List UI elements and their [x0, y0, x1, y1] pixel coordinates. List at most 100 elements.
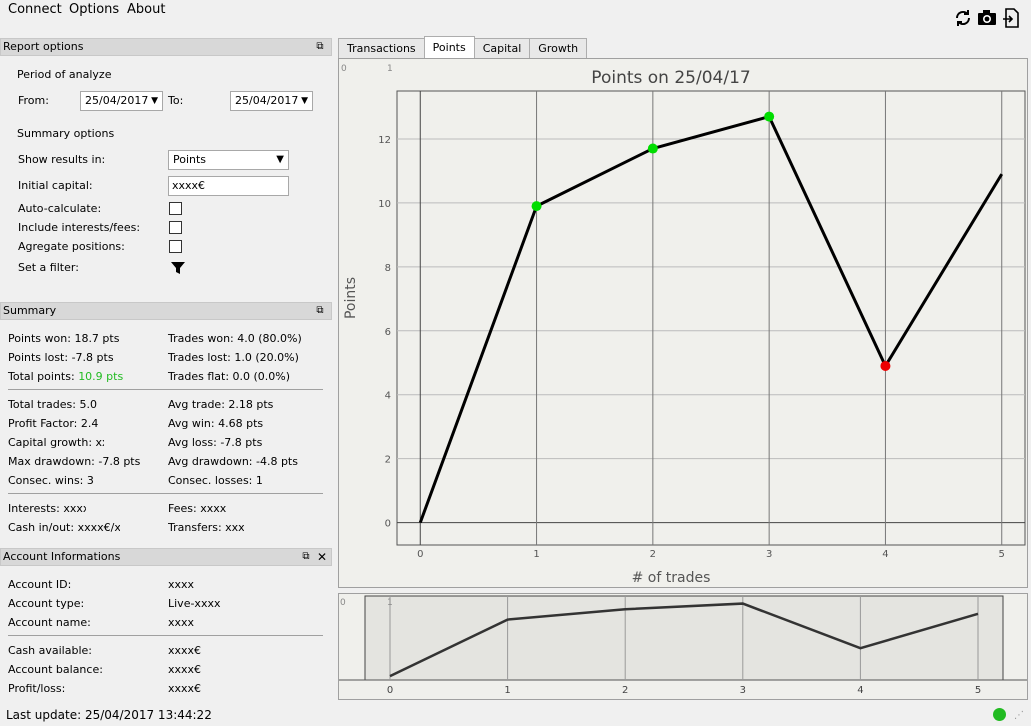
navigator-tick-label: 4	[857, 685, 863, 696]
to-label: To:	[168, 94, 184, 107]
divider	[8, 389, 323, 390]
account-title: Account Informations ⧉ ✕	[0, 548, 332, 566]
tab-transactions[interactable]: Transactions	[338, 38, 425, 58]
report-options-panel: Report options ⧉ Period of analyze From:…	[0, 38, 332, 300]
y-tick-label: 4	[385, 391, 391, 402]
close-icon[interactable]: ✕	[315, 550, 329, 564]
tab-points[interactable]: Points	[423, 36, 475, 58]
y-tick-label: 8	[385, 263, 391, 274]
from-date-picker[interactable]: 25/04/2017 ▼	[80, 91, 163, 111]
profit-factor: Profit Factor: 2.4	[8, 417, 99, 430]
navigator-tick-label: 0	[387, 685, 393, 696]
camera-icon[interactable]	[977, 8, 997, 28]
initial-capital-label: Initial capital:	[18, 179, 93, 192]
filter-icon[interactable]	[170, 260, 186, 279]
from-label: From:	[18, 94, 49, 107]
show-results-label: Show results in:	[18, 153, 106, 166]
x-tick-label: 2	[650, 549, 656, 560]
float-icon[interactable]: ⧉	[313, 40, 327, 54]
total-points: Total points: 10.9 pts	[8, 370, 123, 383]
menu-about[interactable]: About	[127, 2, 165, 17]
corner-label: 1	[387, 64, 393, 74]
navigator-window	[364, 595, 1004, 681]
aggregate-checkbox[interactable]	[169, 240, 182, 253]
initial-capital-input[interactable]: xxxx€	[168, 176, 289, 196]
tab-growth[interactable]: Growth	[529, 38, 588, 58]
summary-title: Summary ⧉	[0, 302, 332, 320]
y-axis-label: Points	[343, 277, 359, 319]
auto-calc-checkbox[interactable]	[169, 202, 182, 215]
data-point	[764, 111, 775, 122]
avg-win: Avg win: 4.68 pts	[168, 417, 264, 430]
tab-capital[interactable]: Capital	[473, 38, 531, 58]
menu-options[interactable]: Options	[69, 2, 119, 17]
avg-loss: Avg loss: -7.8 pts	[168, 436, 263, 449]
y-tick-label: 10	[378, 199, 391, 210]
resize-grip-icon[interactable]: ⋰	[1014, 710, 1024, 721]
navigator-tick-label: 3	[740, 685, 746, 696]
avg-drawdown: Avg drawdown: -4.8 pts	[168, 455, 298, 468]
total-points-value: 10.9 pts	[78, 370, 124, 383]
profit-loss-label: Profit/loss:	[8, 682, 66, 695]
show-results-select[interactable]: Points ▼	[168, 150, 289, 170]
cash-available-value: xxxx€	[168, 644, 202, 657]
export-icon[interactable]	[1001, 8, 1021, 28]
points-lost: Points lost: -7.8 pts	[8, 351, 114, 364]
connection-status-indicator	[993, 708, 1006, 721]
y-tick-label: 6	[385, 327, 391, 338]
account-name-label: Account name:	[8, 616, 91, 629]
to-date-picker[interactable]: 25/04/2017 ▼	[230, 91, 313, 111]
tab-bar: Transactions Points Capital Growth	[338, 36, 588, 58]
summary-options-label: Summary options	[17, 127, 115, 140]
include-fees-checkbox[interactable]	[169, 221, 182, 234]
trades-won: Trades won: 4.0 (80.0%)	[168, 332, 302, 345]
summary-panel: Summary ⧉ Points won: 18.7 pts Points lo…	[0, 302, 332, 546]
navigator-corner-label: 1	[387, 598, 393, 608]
chevron-down-icon: ▼	[301, 96, 308, 106]
profit-loss-value: xxxx€	[168, 682, 202, 695]
chevron-down-icon: ▼	[151, 96, 158, 106]
from-date-value: 25/04/2017	[85, 94, 149, 107]
account-panel: Account Informations ⧉ ✕ Account ID: xxx…	[0, 548, 332, 700]
aggregate-label: Agregate positions:	[18, 240, 125, 253]
report-options-title: Report options ⧉	[0, 38, 332, 56]
capital-growth: Capital growth: xx%	[8, 436, 104, 449]
account-title-text: Account Informations	[3, 550, 121, 563]
x-tick-label: 1	[533, 549, 539, 560]
float-icon[interactable]: ⧉	[299, 550, 313, 564]
status-bar: Last update: 25/04/2017 13:44:22 ⋰	[0, 700, 1031, 726]
account-name-value: xxxx	[168, 616, 195, 629]
divider	[8, 493, 323, 494]
max-drawdown: Max drawdown: -7.8 pts	[8, 455, 141, 468]
trades-flat: Trades flat: 0.0 (0.0%)	[168, 370, 291, 383]
consec-losses: Consec. losses: 1	[168, 474, 263, 487]
y-tick-label: 0	[385, 519, 391, 530]
points-chart[interactable]: 0 2 4 6 8 10 12 0 1 2 3 4 5 0 1 Points on 25/04/17 # of …	[338, 58, 1028, 588]
menu-connect[interactable]: Connect	[8, 2, 62, 17]
account-id-label: Account ID:	[8, 578, 72, 591]
last-update: Last update: 25/04/2017 13:44:22	[6, 708, 212, 722]
corner-label: 0	[341, 64, 347, 74]
total-points-label: Total points:	[8, 370, 75, 383]
period-label: Period of analyze	[17, 68, 112, 81]
transfers: Transfers: xxxx	[168, 521, 244, 534]
account-type-label: Account type:	[8, 597, 85, 610]
interests: Interests: xxxx	[8, 502, 86, 515]
cash-inout: Cash in/out: xxxx€/xxx	[8, 521, 120, 534]
avg-trade: Avg trade: 2.18 pts	[168, 398, 274, 411]
chevron-down-icon: ▼	[276, 154, 284, 165]
refresh-icon[interactable]	[953, 8, 973, 28]
summary-title-text: Summary	[3, 304, 57, 317]
navigator-corner-label: 0	[340, 598, 346, 608]
float-icon[interactable]: ⧉	[313, 304, 327, 318]
account-balance-label: Account balance:	[8, 663, 103, 676]
y-tick-label: 12	[378, 135, 391, 146]
navigator-tick-label: 5	[975, 685, 981, 696]
range-navigator[interactable]: 0 1 2 3 4 5 0 1	[338, 593, 1028, 700]
data-point	[647, 143, 658, 154]
to-date-value: 25/04/2017	[235, 94, 299, 107]
filter-label: Set a filter:	[18, 261, 79, 274]
menubar: Connect Options About	[0, 0, 1031, 22]
divider	[8, 635, 323, 636]
account-id-value: xxxx	[168, 578, 195, 591]
